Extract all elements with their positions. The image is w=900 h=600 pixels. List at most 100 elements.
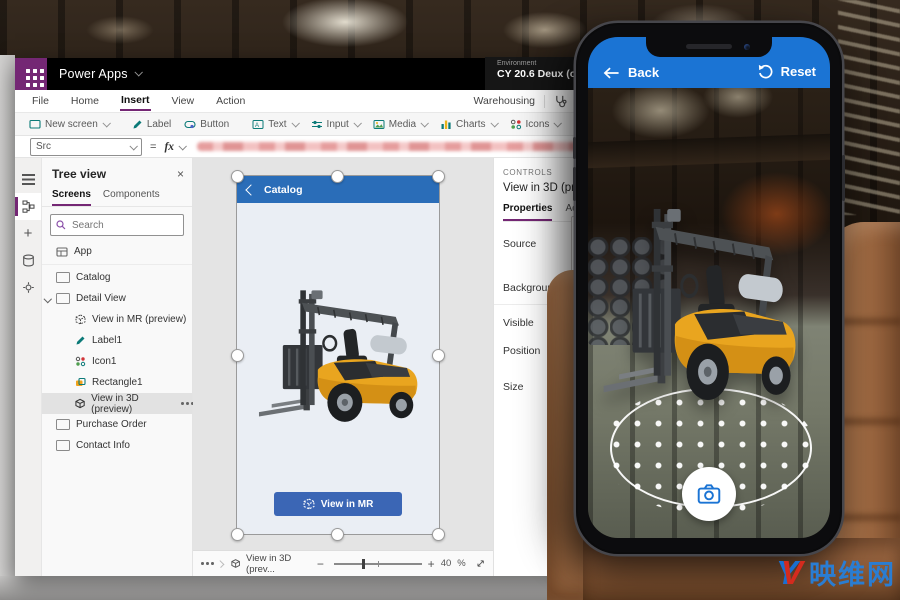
tree-view-rail-icon[interactable] (15, 193, 41, 220)
tree-search[interactable] (50, 214, 184, 236)
app-checker-icon[interactable] (554, 95, 567, 108)
input-icon (311, 119, 323, 130)
tree-item-view-in-mr[interactable]: View in MR (preview) (42, 309, 192, 330)
screen-title: Catalog (264, 184, 303, 196)
menu-bar: File Home Insert View Action Warehousing (15, 90, 627, 113)
tree-item-catalog[interactable]: Catalog (42, 267, 192, 288)
reset-button[interactable]: Reset (757, 63, 816, 80)
search-icon (56, 220, 66, 230)
formula-value-blurred[interactable] (197, 142, 613, 151)
screen-icon (56, 440, 70, 451)
menu-insert[interactable]: Insert (120, 91, 151, 111)
phone-screen: Back Reset (588, 37, 830, 538)
ribbon-charts[interactable]: Charts (440, 119, 496, 130)
ribbon-new-screen[interactable]: New screen (29, 119, 109, 130)
resize-handle-e[interactable] (432, 349, 445, 362)
formula-bar: Src = fx (15, 136, 627, 158)
breadcrumb-ellipsis-icon[interactable] (201, 562, 204, 565)
item-options-icon[interactable] (181, 402, 184, 405)
menu-action[interactable]: Action (215, 92, 246, 110)
resize-handle-w[interactable] (231, 349, 244, 362)
icon-control-icon (75, 356, 86, 367)
zoom-in-icon[interactable]: + (428, 557, 435, 571)
screenshot-root: Power Apps Environment CY 20.6 Deux (org… (0, 0, 900, 600)
menu-view[interactable]: View (171, 92, 196, 110)
charts-icon (440, 119, 452, 130)
forklift-ar-model[interactable] (594, 191, 806, 409)
advanced-tools-rail-icon[interactable] (15, 274, 41, 301)
resize-handle-sw[interactable] (231, 528, 244, 541)
forklift-3d-object[interactable] (251, 278, 426, 428)
tree-item-view-in-3d[interactable]: View in 3D (preview) (42, 393, 192, 414)
app-screen-preview[interactable]: Catalog View in MR (236, 175, 440, 535)
app-brand: Power Apps (59, 67, 128, 81)
breadcrumb-selected-control[interactable]: View in 3D (prev... (246, 553, 311, 575)
factory-beam (588, 133, 830, 168)
property-selector[interactable]: Src (30, 138, 142, 156)
desk-edge-bottom (0, 576, 585, 600)
chevron-down-icon[interactable] (134, 68, 142, 76)
ribbon-input[interactable]: Input (311, 119, 360, 130)
resize-handle-nw[interactable] (231, 170, 244, 183)
view-in-mr-button[interactable]: View in MR (274, 492, 402, 516)
watermark-logo-v: V (781, 554, 803, 592)
resize-handle-se[interactable] (432, 528, 445, 541)
back-chevron-icon[interactable] (245, 184, 256, 195)
app-name-label: Warehousing (474, 95, 535, 107)
menu-file[interactable]: File (31, 92, 50, 110)
ribbon-label[interactable]: Label (132, 119, 171, 130)
menu-home[interactable]: Home (70, 92, 100, 110)
equals-sign: = (150, 141, 156, 153)
screen-icon (56, 293, 70, 304)
breadcrumb-chevron-icon (216, 560, 224, 568)
screen-icon (56, 272, 70, 283)
divider (576, 95, 577, 108)
insert-rail-icon[interactable]: + (15, 220, 41, 247)
label-icon (75, 335, 86, 346)
resize-handle-s[interactable] (331, 528, 344, 541)
expand-canvas-icon[interactable] (476, 558, 485, 569)
ribbon-text[interactable]: A Text (252, 119, 297, 130)
media-icon (373, 119, 385, 130)
tree-item-icon1[interactable]: Icon1 (42, 351, 192, 372)
tree-item-purchase-order[interactable]: Purchase Order (42, 414, 192, 435)
mr-cube-icon (75, 314, 86, 325)
tree-item-label1[interactable]: Label1 (42, 330, 192, 351)
zoom-slider-thumb[interactable] (362, 559, 365, 570)
tree-item-contact-info[interactable]: Contact Info (42, 435, 192, 456)
tab-screens[interactable]: Screens (52, 189, 91, 206)
canvas-area: Catalog View in MR (193, 158, 493, 576)
close-icon[interactable]: × (177, 168, 184, 180)
waffle-menu-icon[interactable] (15, 58, 47, 90)
phone-mockup: Back Reset (578, 25, 840, 552)
ribbon-media[interactable]: Media (373, 119, 427, 130)
zoom-slider[interactable] (334, 558, 422, 570)
chevron-expand-icon[interactable] (44, 295, 52, 303)
rectangle-icon (75, 377, 86, 388)
watermark-text: 映维网 (809, 553, 896, 592)
tab-properties[interactable]: Properties (503, 203, 552, 221)
search-input[interactable] (70, 219, 178, 232)
screen-icon (56, 419, 70, 430)
volume-up-button (573, 137, 576, 159)
tab-components[interactable]: Components (103, 189, 160, 206)
zoom-out-icon[interactable]: − (317, 557, 324, 571)
icons-icon (510, 119, 522, 130)
fx-selector[interactable]: fx (164, 141, 185, 153)
ribbon-button[interactable]: Button (184, 119, 229, 130)
hamburger-menu-icon[interactable] (15, 166, 41, 193)
camera-capture-button[interactable] (682, 467, 736, 521)
phone-notch (646, 37, 772, 57)
ar-camera-view (588, 88, 830, 538)
reset-icon (757, 63, 774, 80)
ribbon-icons[interactable]: Icons (510, 119, 561, 130)
back-arrow-icon (603, 66, 620, 80)
resize-handle-n[interactable] (331, 170, 344, 183)
data-rail-icon[interactable] (15, 247, 41, 274)
tree-item-detail-view[interactable]: Detail View (42, 288, 192, 309)
back-button[interactable]: Back (603, 65, 659, 80)
tree-item-rectangle1[interactable]: Rectangle1 (42, 372, 192, 393)
resize-handle-ne[interactable] (432, 170, 445, 183)
tree-item-app[interactable]: App (42, 241, 192, 262)
camera-icon (696, 482, 722, 506)
